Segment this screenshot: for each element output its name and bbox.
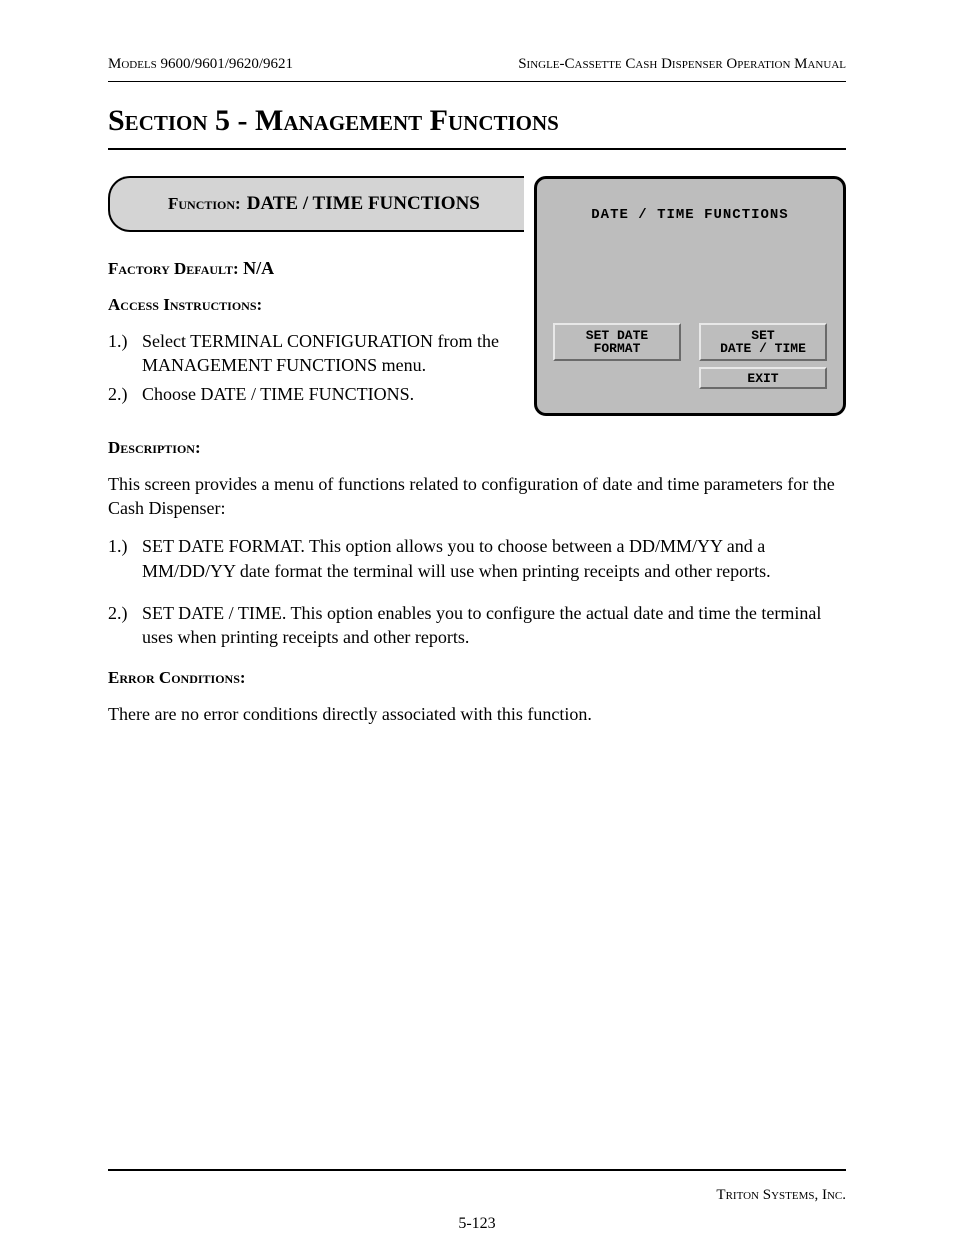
section-title: Section 5 - Management Functions — [108, 104, 846, 138]
function-bar: Function: DATE / TIME FUNCTIONS — [108, 176, 846, 236]
terminal-btn-label: SET DATE FORMAT — [586, 329, 648, 355]
list-item-text: Select TERMINAL CONFIGURATION from the M… — [142, 329, 524, 378]
section-rule — [108, 148, 846, 150]
error-conditions-label: Error Conditions: — [108, 668, 846, 688]
header-manual-title: Single-Cassette Cash Dispenser Operation… — [518, 56, 846, 73]
footer-rule — [108, 1169, 846, 1171]
footer-company: Triton Systems, Inc. — [716, 1187, 846, 1204]
list-item: 1.) Select TERMINAL CONFIGURATION from t… — [108, 329, 524, 378]
list-item-text: SET DATE / TIME. This option enables you… — [142, 601, 846, 650]
terminal-btn-label: SET DATE / TIME — [720, 329, 806, 355]
header-models: Models 9600/9601/9620/9621 — [108, 56, 293, 73]
list-item-text: Choose DATE / TIME FUNCTIONS. — [142, 382, 524, 406]
page-footer: Triton Systems, Inc. 5-123 — [108, 1169, 846, 1187]
terminal-btn-set-date-time[interactable]: SET DATE / TIME — [699, 323, 827, 361]
footer-page-number: 5-123 — [108, 1215, 846, 1233]
header-models-value: 9600/9601/9620/9621 — [161, 56, 294, 72]
description-list: 1.) SET DATE FORMAT. This option allows … — [108, 534, 846, 649]
list-item-num: 1.) — [108, 329, 142, 378]
header-models-label: Models — [108, 56, 157, 72]
terminal-btn-exit[interactable]: EXIT — [699, 367, 827, 389]
description-label: Description: — [108, 438, 846, 458]
terminal-btn-set-date-format[interactable]: SET DATE FORMAT — [553, 323, 681, 361]
terminal-btn-label: EXIT — [747, 372, 778, 385]
factory-default-label: Factory Default: — [108, 259, 239, 278]
description-intro: This screen provides a menu of functions… — [108, 472, 846, 521]
list-item-num: 2.) — [108, 382, 142, 406]
function-value: DATE / TIME FUNCTIONS — [247, 193, 480, 215]
list-item: 2.) SET DATE / TIME. This option enables… — [108, 601, 846, 650]
error-conditions-text: There are no error conditions directly a… — [108, 702, 846, 726]
list-item: 2.) Choose DATE / TIME FUNCTIONS. — [108, 382, 524, 406]
factory-default-value: N/A — [243, 258, 274, 278]
function-tab: Function: DATE / TIME FUNCTIONS — [108, 176, 524, 232]
list-item-text: SET DATE FORMAT. This option allows you … — [142, 534, 846, 583]
page-header: Models 9600/9601/9620/9621 Single-Casset… — [108, 56, 846, 73]
list-item-num: 1.) — [108, 534, 142, 583]
list-item-num: 2.) — [108, 601, 142, 650]
header-rule — [108, 81, 846, 82]
list-item: 1.) SET DATE FORMAT. This option allows … — [108, 534, 846, 583]
function-label: Function: — [168, 194, 241, 214]
